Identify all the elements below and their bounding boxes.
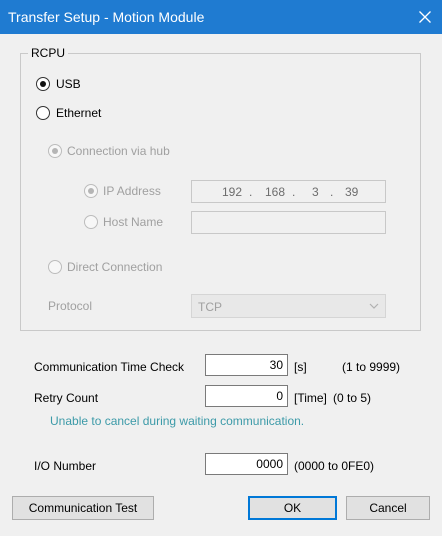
protocol-label: Protocol [48, 299, 93, 313]
io-number-input[interactable]: 0000 [205, 453, 288, 475]
title-bar: Transfer Setup - Motion Module [0, 0, 442, 34]
close-button[interactable] [408, 0, 442, 34]
retry-count-label: Retry Count [34, 391, 99, 405]
window-title: Transfer Setup - Motion Module [8, 9, 205, 25]
ip-separator-1: . [249, 185, 253, 199]
cancel-button[interactable]: Cancel [346, 496, 430, 520]
ip-octet-1: 192 [222, 185, 243, 199]
connection-via-hub-radio[interactable] [48, 144, 62, 158]
protocol-select[interactable]: TCP [191, 294, 386, 318]
close-icon [419, 11, 431, 23]
host-name-radio[interactable] [84, 215, 98, 229]
host-name-label: Host Name [103, 215, 164, 229]
retry-count-input[interactable]: 0 [205, 385, 288, 407]
ip-separator-2: . [292, 185, 296, 199]
ip-address-radio[interactable] [84, 184, 98, 198]
comm-time-check-range: (1 to 9999) [342, 360, 401, 374]
rcpu-group-label: RCPU [28, 46, 69, 60]
comm-time-check-label: Communication Time Check [34, 360, 185, 374]
retry-count-range: (0 to 5) [333, 391, 372, 405]
io-number-range: (0000 to 0FE0) [294, 459, 375, 473]
io-number-label: I/O Number [34, 459, 97, 473]
direct-connection-label: Direct Connection [67, 260, 163, 274]
ethernet-radio[interactable] [36, 106, 50, 120]
waiting-note: Unable to cancel during waiting communic… [50, 414, 305, 428]
ethernet-label[interactable]: Ethernet [56, 106, 101, 120]
ip-separator-3: . [330, 185, 334, 199]
comm-time-check-unit: [s] [294, 360, 307, 374]
ip-octet-4: 39 [345, 185, 359, 199]
ip-address-label: IP Address [103, 184, 161, 198]
host-name-input[interactable] [191, 211, 386, 234]
protocol-value: TCP [198, 300, 222, 314]
ip-address-input[interactable]: 192 . 168 . 3 . 39 [191, 180, 386, 203]
ip-octet-3: 3 [312, 185, 319, 199]
direct-connection-radio[interactable] [48, 260, 62, 274]
comm-time-check-input[interactable]: 30 [205, 354, 288, 376]
chevron-down-icon [369, 303, 379, 309]
usb-radio[interactable] [36, 77, 50, 91]
ok-button[interactable]: OK [248, 496, 337, 520]
communication-test-button[interactable]: Communication Test [12, 496, 154, 520]
ip-octet-2: 168 [265, 185, 286, 199]
connection-via-hub-label: Connection via hub [67, 144, 170, 158]
retry-count-unit: [Time] [294, 391, 327, 405]
usb-label[interactable]: USB [56, 77, 81, 91]
